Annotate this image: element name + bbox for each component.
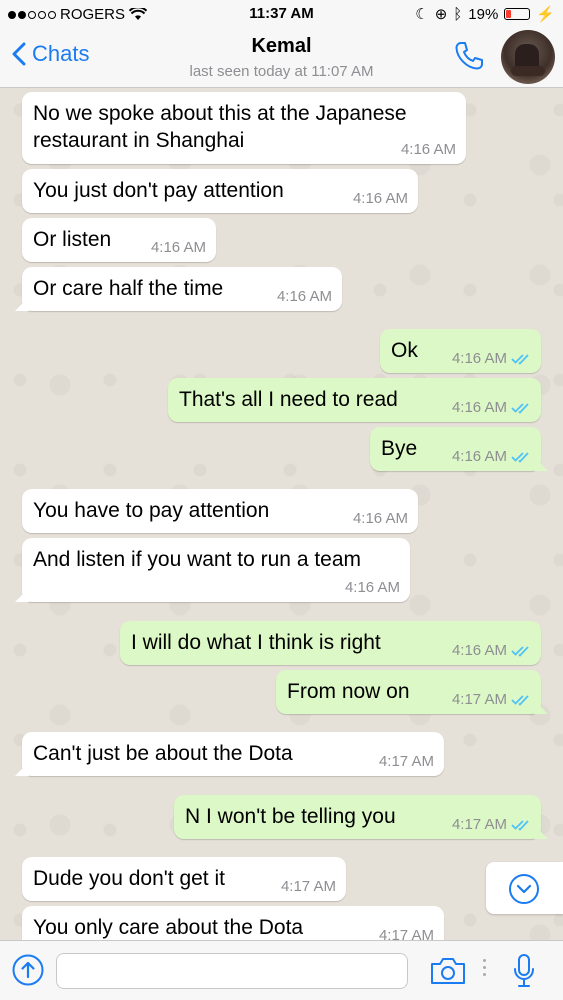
read-ticks-icon [511, 645, 529, 657]
message-text: And listen if you want to run a team [33, 548, 362, 571]
message-text: Ok [391, 339, 418, 362]
message-time: 4:17 AM [451, 691, 507, 708]
message-time: 4:16 AM [276, 288, 332, 305]
message-input[interactable] [56, 953, 408, 989]
message-bubble[interactable]: From now on 4:17 AM [276, 670, 541, 714]
message-text: Or listen [33, 228, 112, 251]
message-bubble[interactable]: You only care about the Dota 4:17 AM [22, 906, 444, 940]
composer-bar [0, 940, 563, 1000]
message-text: No we spoke about this at the Japanese r… [33, 102, 407, 152]
message-time: 4:16 AM [400, 141, 456, 158]
message-meta: 4:16 AM [151, 239, 206, 256]
message-meta: 4:17 AM [452, 816, 531, 833]
message-text: You just don't pay attention [33, 179, 284, 202]
message-bubble[interactable]: I will do what I think is right 4:16 AM [120, 621, 541, 665]
message-bubble[interactable]: That's all I need to read 4:16 AM [168, 378, 541, 422]
attach-button[interactable] [12, 954, 44, 991]
call-button[interactable] [453, 40, 485, 77]
message-list[interactable]: No we spoke about this at the Japanese r… [0, 88, 563, 940]
message-bubble[interactable]: Or care half the time 4:16 AM [22, 267, 342, 311]
message-time: 4:16 AM [352, 190, 408, 207]
message-time: 4:17 AM [378, 753, 434, 770]
chevron-down-icon [509, 874, 539, 904]
read-ticks-icon [511, 451, 529, 463]
read-ticks-icon [511, 402, 529, 414]
message-bubble[interactable]: Bye 4:16 AM [370, 427, 541, 471]
message-text: Or care half the time [33, 277, 224, 300]
message-bubble[interactable]: N I won't be telling you 4:17 AM [174, 795, 541, 839]
read-ticks-icon [511, 694, 529, 706]
message-text: Can't just be about the Dota [33, 742, 293, 765]
message-meta: 4:16 AM [452, 350, 531, 367]
phone-icon [455, 42, 483, 70]
message-bubble[interactable]: You have to pay attention 4:16 AM [22, 489, 418, 533]
message-meta: 4:16 AM [452, 399, 531, 416]
message-text: From now on [287, 680, 410, 703]
message-meta: 4:16 AM [452, 642, 531, 659]
message-time: 4:17 AM [451, 816, 507, 833]
message-time: 4:17 AM [378, 927, 434, 940]
message-text: N I won't be telling you [185, 805, 396, 828]
message-text: That's all I need to read [179, 388, 398, 411]
charging-icon: ⚡ [536, 6, 555, 23]
message-meta: 4:17 AM [281, 878, 336, 895]
message-text: Bye [381, 437, 418, 460]
camera-icon [431, 958, 465, 984]
message-bubble[interactable]: You just don't pay attention 4:16 AM [22, 169, 418, 213]
message-bubble[interactable]: Or listen 4:16 AM [22, 218, 216, 262]
message-bubble[interactable]: Can't just be about the Dota 4:17 AM [22, 732, 444, 776]
status-bar: ROGERS 11:37 AM ☾ ⊕ ᛒ 19% ⚡ [0, 0, 563, 28]
message-meta: 4:17 AM [379, 927, 434, 940]
message-meta: 4:16 AM [345, 579, 400, 596]
message-bubble[interactable]: No we spoke about this at the Japanese r… [22, 92, 466, 164]
message-meta: 4:16 AM [353, 190, 408, 207]
message-bubble[interactable]: Dude you don't get it 4:17 AM [22, 857, 346, 901]
message-meta: 4:16 AM [353, 510, 408, 527]
message-time: 4:16 AM [150, 239, 206, 256]
message-time: 4:16 AM [451, 350, 507, 367]
message-meta: 4:17 AM [379, 753, 434, 770]
message-text: You have to pay attention [33, 499, 270, 522]
message-meta: 4:17 AM [452, 691, 531, 708]
microphone-icon [514, 954, 534, 987]
moon-icon: ☾ [415, 6, 429, 23]
message-text: I will do what I think is right [131, 631, 381, 654]
camera-button[interactable] [430, 957, 466, 990]
message-text: Dude you don't get it [33, 867, 225, 890]
status-right: ☾ ⊕ ᛒ 19% ⚡ [415, 5, 555, 24]
scroll-to-bottom-button[interactable] [486, 862, 563, 914]
message-time: 4:16 AM [451, 399, 507, 416]
message-time: 4:16 AM [451, 448, 507, 465]
battery-icon [504, 8, 531, 20]
bluetooth-icon: ᛒ [453, 5, 463, 23]
message-bubble[interactable]: Ok 4:16 AM [380, 329, 541, 373]
read-ticks-icon [511, 819, 529, 831]
chat-header: Chats Kemal last seen today at 11:07 AM [0, 28, 563, 88]
read-ticks-icon [511, 353, 529, 365]
battery-percent: 19% [468, 5, 499, 23]
separator-dots [483, 959, 487, 980]
message-time: 4:16 AM [352, 510, 408, 527]
message-meta: 4:16 AM [277, 288, 332, 305]
message-text: You only care about the Dota [33, 916, 304, 939]
orientation-lock-icon: ⊕ [434, 6, 448, 23]
message-time: 4:17 AM [280, 878, 336, 895]
voice-record-button[interactable] [512, 953, 536, 994]
message-bubble[interactable]: And listen if you want to run a team 4:1… [22, 538, 410, 602]
message-meta: 4:16 AM [401, 141, 456, 158]
message-meta: 4:16 AM [452, 448, 531, 465]
message-time: 4:16 AM [344, 579, 400, 596]
upload-icon [12, 954, 44, 986]
message-time: 4:16 AM [451, 642, 507, 659]
avatar[interactable] [501, 30, 555, 84]
